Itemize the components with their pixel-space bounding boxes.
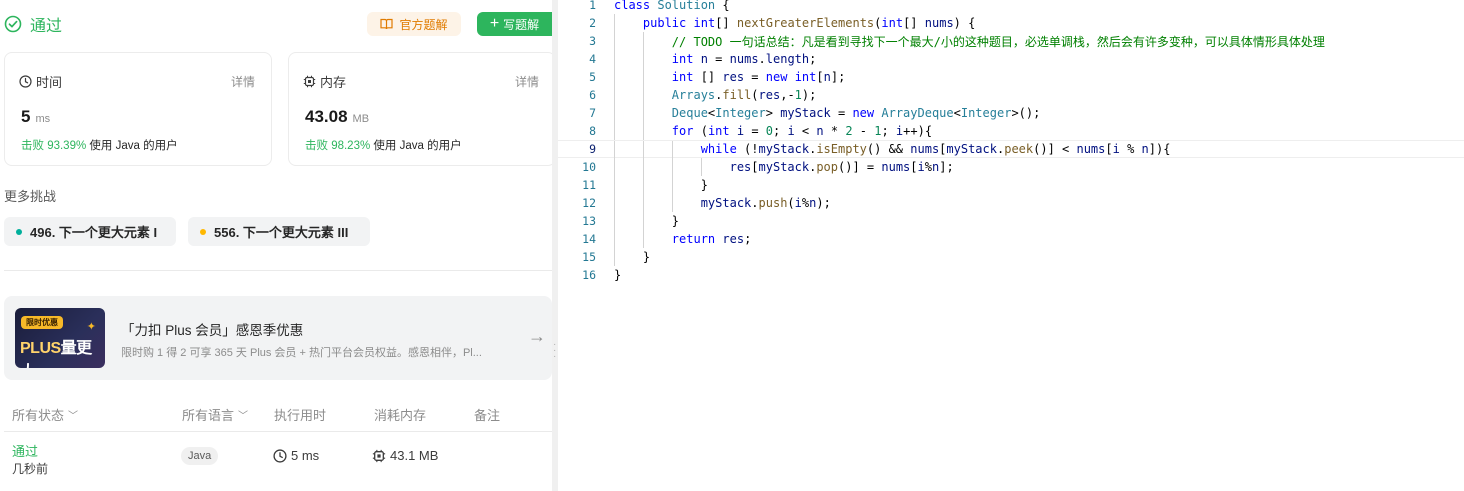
runtime-beat-percent: 击败 93.39% bbox=[21, 140, 87, 152]
code-line: 4 int n = nums.length; bbox=[558, 50, 1464, 68]
line-number: 10 bbox=[582, 160, 596, 174]
code-line: 7 Deque<Integer> myStack = new ArrayDequ… bbox=[558, 104, 1464, 122]
sparkle-icon: ✦ bbox=[86, 321, 96, 333]
submission-status: 通过 bbox=[4, 12, 62, 36]
line-number: 5 bbox=[589, 70, 596, 84]
challenge-chip-496[interactable]: 496. 下一个更大元素 I bbox=[4, 217, 176, 246]
code-line: 8 for (int i = 0; i < n * 2 - 1; i++){ bbox=[558, 122, 1464, 140]
line-number: 1 bbox=[589, 0, 596, 12]
code-line: 1 class Solution { bbox=[558, 0, 1464, 14]
code-line: 10 res[myStack.pop()] = nums[i%n]; bbox=[558, 158, 1464, 176]
code-line: 16 } bbox=[558, 266, 1464, 284]
memory-card-header: 内存 bbox=[303, 72, 346, 91]
line-number: 9 bbox=[589, 142, 596, 156]
promo-tag: 限时优惠 bbox=[21, 316, 63, 329]
status-text: 通过 bbox=[30, 18, 63, 35]
promo-title: 「力扣 Plus 会员」感恩季优惠 bbox=[121, 323, 304, 338]
drag-handle-icon: · · · bbox=[553, 339, 557, 362]
official-solution-label: 官方题解 bbox=[399, 17, 448, 32]
challenge-label: 496. 下一个更大元素 I bbox=[30, 225, 158, 240]
runtime-number: 5 bbox=[21, 107, 31, 126]
submission-row-status[interactable]: 通过 bbox=[12, 441, 38, 460]
code-line: 3 // TODO 一句话总结：凡是看到寻找下一个最大/小的这种题目，必选单调栈… bbox=[558, 32, 1464, 50]
code-line: 2 public int[] nextGreaterElements(int[]… bbox=[558, 14, 1464, 32]
line-number: 7 bbox=[589, 106, 596, 120]
runtime-value: 5 ms bbox=[21, 107, 50, 127]
check-circle-icon bbox=[4, 15, 22, 33]
clock-icon bbox=[19, 75, 32, 88]
chip-icon bbox=[372, 449, 386, 462]
code-line-current: 9 while (!myStack.isEmpty() && nums[mySt… bbox=[558, 140, 1464, 159]
runtime-beat-text: 使用 Java 的用户 bbox=[89, 140, 178, 152]
promo-image-text: PLUS量更大 bbox=[20, 340, 92, 368]
runtime-detail-link[interactable]: 详情 bbox=[231, 73, 255, 90]
divider bbox=[4, 270, 552, 271]
code-line: 5 int [] res = new int[n]; bbox=[558, 68, 1464, 86]
code-line: 6 Arrays.fill(res,-1); bbox=[558, 86, 1464, 104]
runtime-title: 时间 bbox=[36, 75, 63, 90]
code-line: 13 } bbox=[558, 212, 1464, 230]
chevron-down-icon: ﹀ bbox=[238, 411, 249, 422]
plus-icon: + bbox=[489, 15, 500, 32]
result-panel: 通过 官方题解 + 写题解 时间 详情 5 ms 击败 93.39% 使用 Ja… bbox=[0, 0, 552, 491]
official-solution-button[interactable]: 官方题解 bbox=[367, 12, 461, 36]
chip-icon bbox=[303, 75, 316, 88]
more-challenges-title: 更多挑战 bbox=[4, 189, 57, 204]
header-runtime: 执行用时 bbox=[274, 408, 327, 423]
challenge-chip-556[interactable]: 556. 下一个更大元素 III bbox=[188, 217, 370, 246]
runtime-beat: 击败 93.39% 使用 Java 的用户 bbox=[21, 137, 178, 153]
divider bbox=[4, 431, 552, 432]
runtime-unit: ms bbox=[35, 113, 51, 125]
line-number: 3 bbox=[589, 34, 596, 48]
code-line: 15 } bbox=[558, 248, 1464, 266]
language-badge: Java bbox=[181, 447, 219, 465]
code-line: 12 myStack.push(i%n); bbox=[558, 194, 1464, 212]
filter-language[interactable]: 所有语言 ﹀ bbox=[182, 405, 248, 424]
line-number: 12 bbox=[582, 196, 596, 210]
submission-row-memory: 43.1 MB bbox=[372, 448, 438, 463]
code-editor[interactable]: 1 class Solution { 2 public int[] nextGr… bbox=[558, 0, 1464, 491]
line-number: 2 bbox=[589, 16, 596, 30]
memory-beat-percent: 击败 98.23% bbox=[305, 140, 371, 152]
line-number: 16 bbox=[582, 268, 596, 282]
header-memory: 消耗内存 bbox=[374, 408, 427, 423]
chevron-down-icon: ﹀ bbox=[68, 411, 79, 422]
submission-row-time: 几秒前 bbox=[12, 462, 49, 476]
arrow-right-icon[interactable]: → bbox=[528, 326, 546, 347]
memory-number: 43.08 bbox=[305, 107, 348, 126]
difficulty-dot-icon bbox=[200, 228, 206, 235]
line-number: 15 bbox=[582, 250, 596, 264]
line-number: 6 bbox=[589, 88, 596, 102]
difficulty-dot-icon bbox=[16, 228, 22, 235]
promo-subtitle: 限时购 1 得 2 可享 365 天 Plus 会员 + 热门平台会员权益。感恩… bbox=[121, 347, 482, 359]
memory-detail-link[interactable]: 详情 bbox=[515, 73, 539, 90]
header-notes: 备注 bbox=[474, 408, 501, 423]
memory-unit: MB bbox=[352, 113, 370, 125]
line-number: 8 bbox=[589, 124, 596, 138]
memory-beat: 击败 98.23% 使用 Java 的用户 bbox=[305, 137, 462, 153]
line-number: 13 bbox=[582, 214, 596, 228]
line-number: 4 bbox=[589, 52, 596, 66]
memory-value: 43.08 MB bbox=[305, 107, 369, 127]
book-icon bbox=[380, 18, 394, 30]
plus-promo-banner[interactable]: 限时优惠 ✦ PLUS量更大 「力扣 Plus 会员」感恩季优惠 限时购 1 得… bbox=[4, 296, 552, 380]
clock-icon bbox=[273, 448, 287, 463]
code-line: 14 return res; bbox=[558, 230, 1464, 248]
memory-card: 内存 详情 43.08 MB 击败 98.23% 使用 Java 的用户 bbox=[288, 52, 552, 166]
runtime-card-header: 时间 bbox=[19, 72, 62, 91]
submission-row-runtime: 5 ms bbox=[273, 448, 319, 463]
write-solution-button[interactable]: + 写题解 bbox=[477, 12, 552, 36]
memory-title: 内存 bbox=[320, 75, 347, 90]
filter-status[interactable]: 所有状态 ﹀ bbox=[12, 405, 78, 424]
challenge-label: 556. 下一个更大元素 III bbox=[214, 225, 349, 240]
write-solution-label: 写题解 bbox=[503, 17, 540, 32]
runtime-card: 时间 详情 5 ms 击败 93.39% 使用 Java 的用户 bbox=[4, 52, 272, 166]
line-number: 14 bbox=[582, 232, 596, 246]
memory-beat-text: 使用 Java 的用户 bbox=[373, 140, 462, 152]
line-number: 11 bbox=[582, 178, 596, 192]
code-line: 11 } bbox=[558, 176, 1464, 194]
promo-image: 限时优惠 ✦ PLUS量更大 bbox=[15, 308, 105, 368]
